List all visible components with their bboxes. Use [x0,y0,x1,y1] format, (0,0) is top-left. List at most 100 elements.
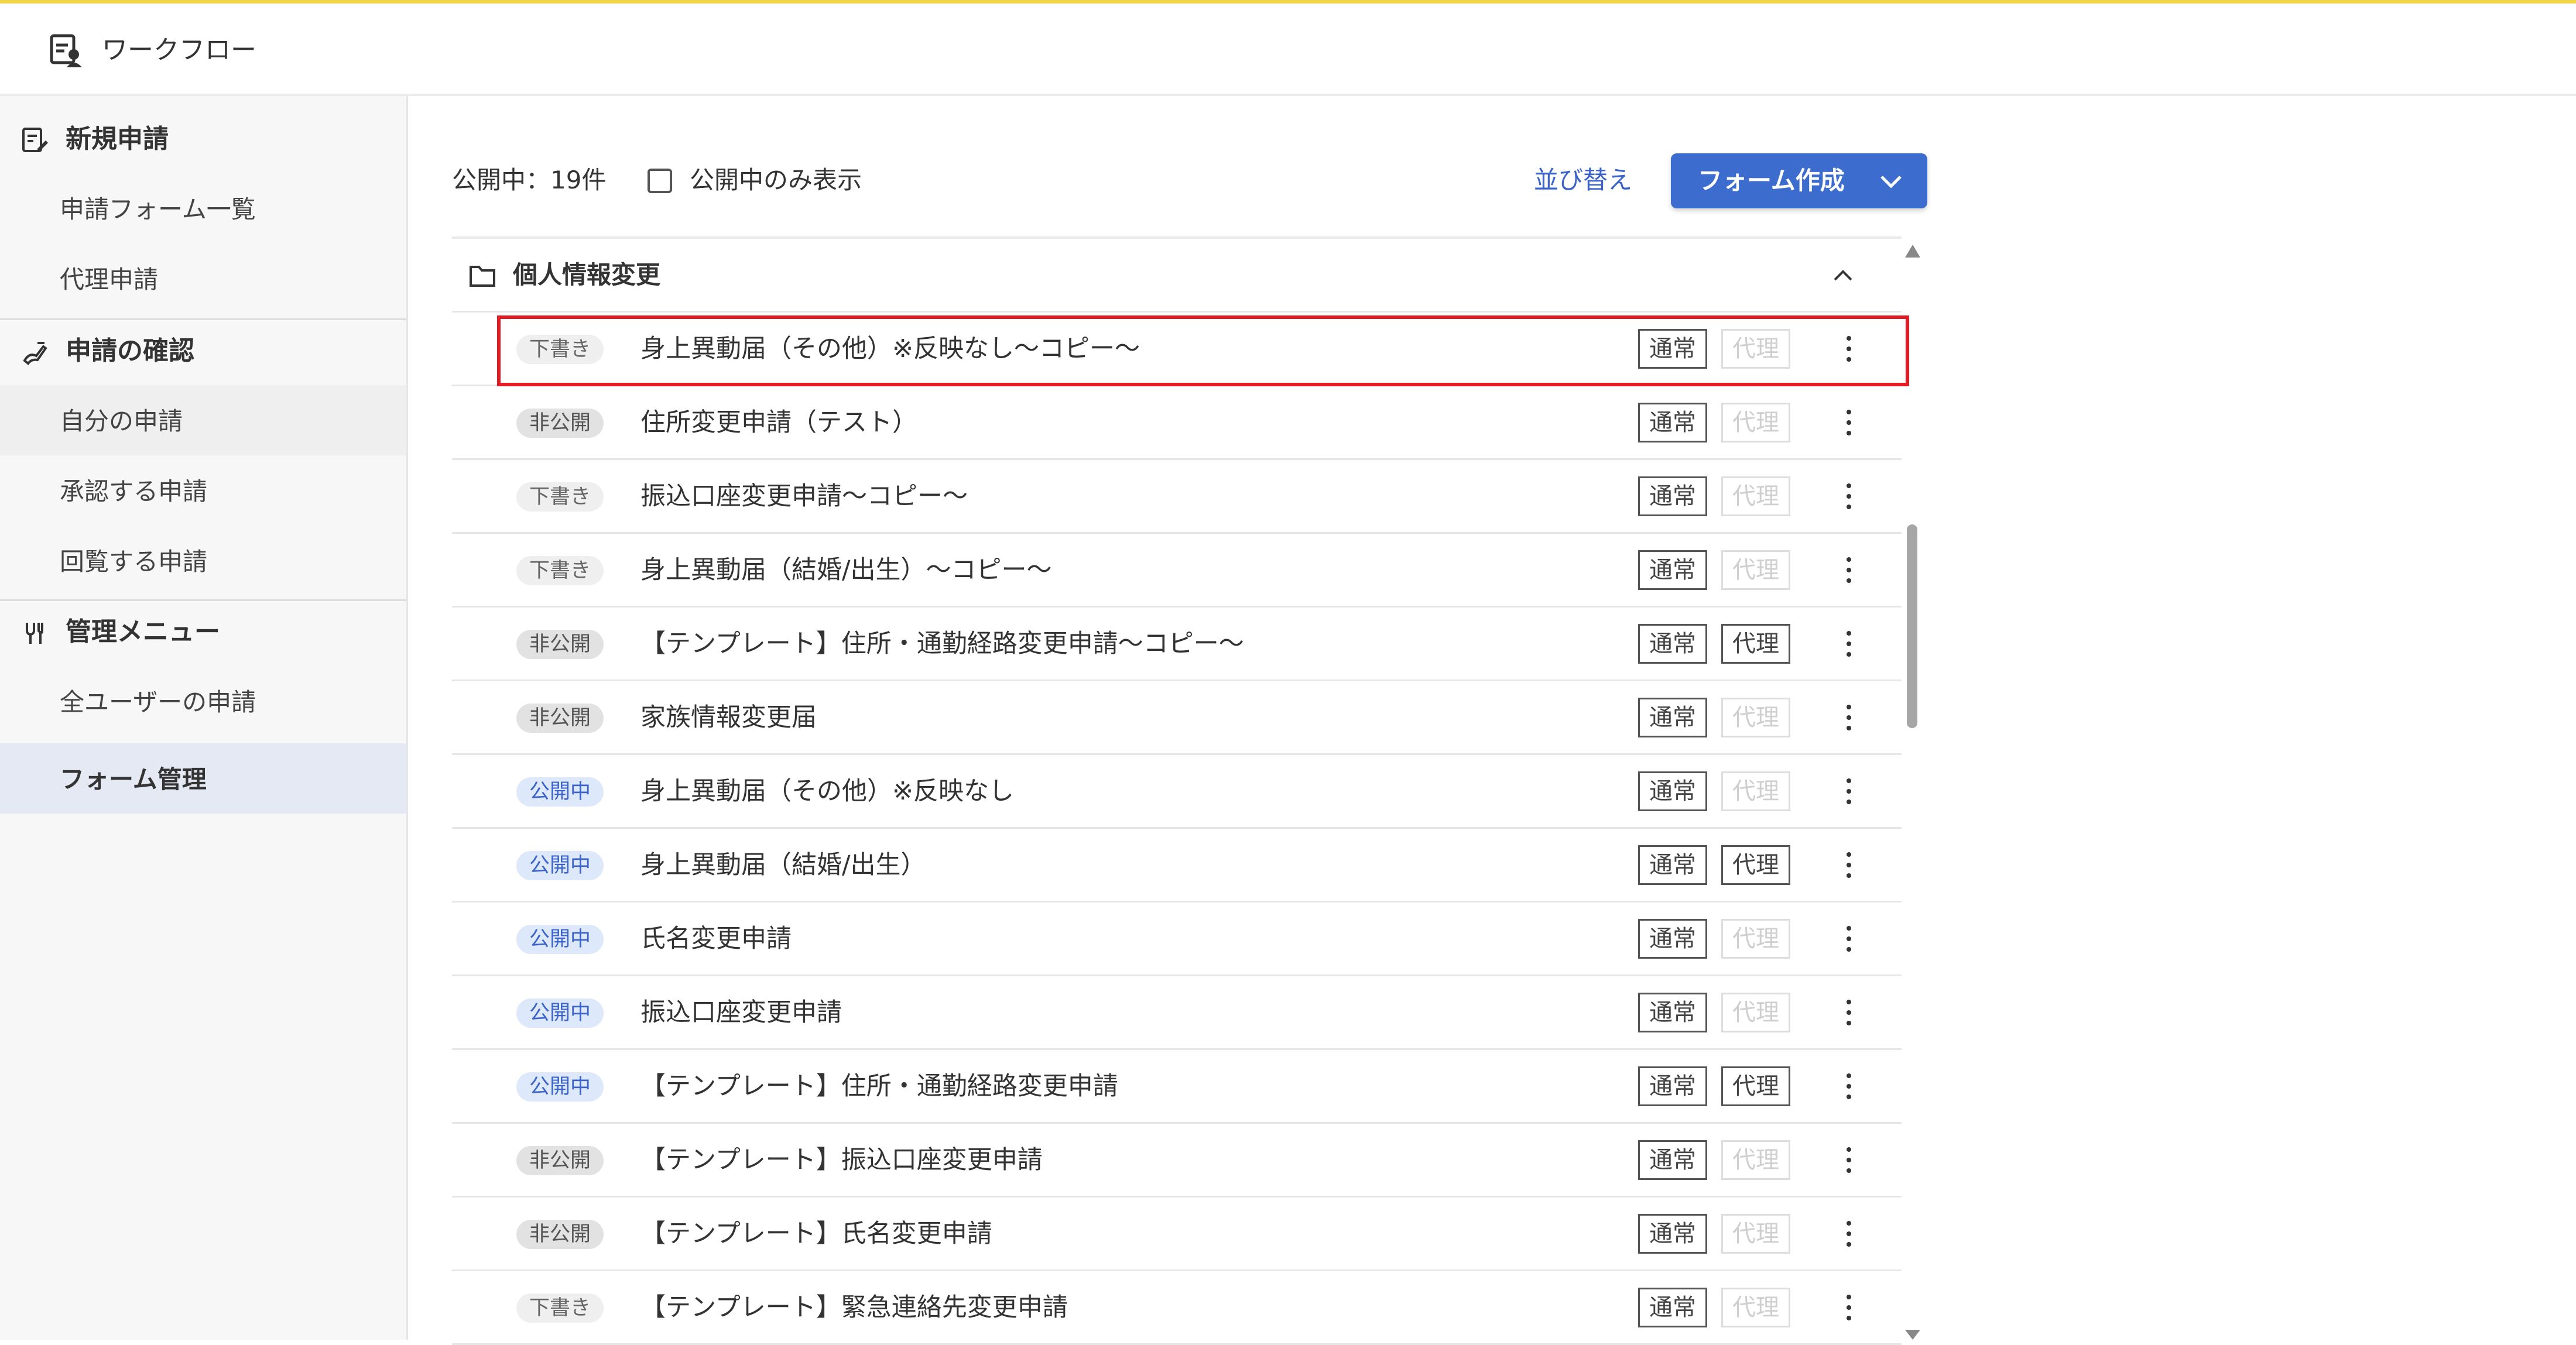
more-options-dot [1847,431,1851,435]
sidebar-item-proxy-application[interactable]: 代理申請 [0,243,406,314]
more-options-icon[interactable] [1837,481,1861,513]
sidebar: 新規申請 申請フォーム一覧 代理申請 申請の確認 自分の申請 承認する申請 回覧… [0,96,408,1340]
scroll-down-arrow[interactable] [1905,1330,1920,1340]
more-options-icon[interactable] [1837,997,1861,1029]
scrollbar-thumb[interactable] [1907,524,1917,728]
sidebar-item-label: 全ユーザーの申請 [60,688,256,716]
status-badge: 非公開 [516,1220,604,1249]
workflow-pen-icon [50,34,82,67]
published-only-label[interactable]: 公開中のみ表示 [690,162,862,199]
more-options-dot [1847,1000,1851,1004]
normal-tag: 通常 [1638,771,1707,811]
proxy-tag: 代理 [1721,919,1790,959]
more-options-icon[interactable] [1837,334,1861,365]
normal-tag: 通常 [1638,550,1707,590]
more-options-icon[interactable] [1837,1071,1861,1103]
more-options-dot [1847,1221,1851,1226]
proxy-tag: 代理 [1721,698,1790,737]
more-options-icon[interactable] [1837,555,1861,586]
sidebar-item-form-list[interactable]: 申請フォーム一覧 [0,173,406,243]
form-title[interactable]: 【テンプレート】住所・通勤経路変更申請 [640,1068,1118,1105]
chevron-up-icon[interactable] [1830,262,1856,288]
more-options-dot [1847,873,1851,878]
form-row[interactable]: 非公開 家族情報変更届 通常 代理 [452,681,1902,755]
more-options-dot [1847,1316,1851,1320]
form-title[interactable]: 【テンプレート】緊急連絡先変更申請 [640,1289,1068,1326]
scrollbar[interactable] [1903,239,1920,1340]
proxy-tag: 代理 [1721,993,1790,1032]
sidebar-item-label: 申請フォーム一覧 [60,195,256,224]
form-title[interactable]: 【テンプレート】氏名変更申請 [640,1215,992,1253]
more-options-icon[interactable] [1837,776,1861,808]
sidebar-item-to-circulate[interactable]: 回覧する申請 [0,526,406,596]
proxy-tag: 代理 [1721,403,1790,442]
status-badge: 非公開 [516,1146,604,1175]
status-badge: 公開中 [516,851,604,880]
sidebar-item-to-approve[interactable]: 承認する申請 [0,455,406,526]
create-form-button[interactable]: フォーム作成 [1671,153,1927,208]
more-options-icon[interactable] [1837,407,1861,439]
form-row[interactable]: 下書き 【テンプレート】緊急連絡先変更申請 通常 代理 [452,1271,1902,1345]
app-title: ワークフロー [102,35,256,65]
form-title[interactable]: 氏名変更申請 [640,920,792,958]
create-form-label: フォーム作成 [1698,166,1845,195]
group-title: 個人情報変更 [513,260,661,289]
proxy-tag: 代理 [1721,845,1790,885]
form-row[interactable]: 非公開 【テンプレート】住所・通勤経路変更申請～コピー～ 通常 代理 [452,608,1902,681]
published-only-checkbox[interactable] [648,169,672,193]
form-title[interactable]: 振込口座変更申請 [640,994,842,1031]
form-title[interactable]: 【テンプレート】住所・通勤経路変更申請～コピー～ [640,625,1244,663]
form-row[interactable]: 公開中 身上異動届（その他）※反映なし 通常 代理 [452,755,1902,829]
proxy-tag: 代理 [1721,1288,1790,1327]
admin-wrench-icon [26,623,43,644]
form-row[interactable]: 下書き 振込口座変更申請～コピー～ 通常 代理 [452,460,1902,534]
normal-tag: 通常 [1638,993,1707,1032]
more-options-dot [1847,568,1851,572]
more-options-dot [1847,420,1851,425]
proxy-tag: 代理 [1721,550,1790,590]
sidebar-item-form-management[interactable]: フォーム管理 [0,743,406,814]
new-application-icon [22,128,48,152]
more-options-icon[interactable] [1837,629,1861,660]
sort-link[interactable]: 並び替え [1534,162,1632,199]
more-options-icon[interactable] [1837,1145,1861,1176]
normal-tag: 通常 [1638,698,1707,737]
group-header[interactable]: 個人情報変更 [452,239,1902,313]
more-options-dot [1847,715,1851,720]
form-title[interactable]: 身上異動届（その他）※反映なし [640,773,1014,810]
form-title[interactable]: 家族情報変更届 [640,699,817,736]
status-badge: 非公開 [516,704,604,733]
status-badge: 公開中 [516,777,604,807]
form-row[interactable]: 公開中 振込口座変更申請 通常 代理 [452,976,1902,1050]
form-row[interactable]: 非公開 【テンプレート】振込口座変更申請 通常 代理 [452,1124,1902,1198]
form-title[interactable]: 【テンプレート】振込口座変更申請 [640,1141,1043,1179]
form-row[interactable]: 非公開 【テンプレート】氏名変更申請 通常 代理 [452,1198,1902,1271]
form-row[interactable]: 公開中 氏名変更申請 通常 代理 [452,903,1902,976]
more-options-icon[interactable] [1837,1219,1861,1250]
more-options-dot [1847,1305,1851,1310]
more-options-icon[interactable] [1837,702,1861,734]
sidebar-item-all-user-applications[interactable]: 全ユーザーの申請 [0,666,406,736]
more-options-icon[interactable] [1837,1292,1861,1324]
sidebar-item-my-applications[interactable]: 自分の申請 [0,385,406,455]
status-badge: 下書き [516,335,604,364]
more-options-dot [1847,1073,1851,1078]
more-options-dot [1847,557,1851,562]
more-options-dot [1847,1021,1851,1025]
form-row[interactable]: 下書き 身上異動届（結婚/出生）～コピー～ 通常 代理 [452,534,1902,608]
status-badge: 下書き [516,482,604,512]
form-row[interactable]: 公開中 身上異動届（結婚/出生） 通常 代理 [452,829,1902,903]
form-title[interactable]: 身上異動届（結婚/出生） [640,846,926,884]
form-row[interactable]: 下書き 身上異動届（その他）※反映なし～コピー～ 通常 代理 [452,313,1902,386]
form-title[interactable]: 振込口座変更申請～コピー～ [640,478,968,515]
more-options-dot [1847,505,1851,509]
form-row[interactable]: 公開中 【テンプレート】住所・通勤経路変更申請 通常 代理 [452,1050,1902,1124]
more-options-dot [1847,1094,1851,1099]
form-title[interactable]: 身上異動届（結婚/出生）～コピー～ [640,551,1052,589]
scroll-up-arrow[interactable] [1905,245,1920,258]
form-title[interactable]: 住所変更申請（テスト） [640,404,917,441]
form-row[interactable]: 非公開 住所変更申請（テスト） 通常 代理 [452,386,1902,460]
form-title[interactable]: 身上異動届（その他）※反映なし～コピー～ [640,330,1140,368]
more-options-icon[interactable] [1837,850,1861,881]
more-options-icon[interactable] [1837,924,1861,955]
